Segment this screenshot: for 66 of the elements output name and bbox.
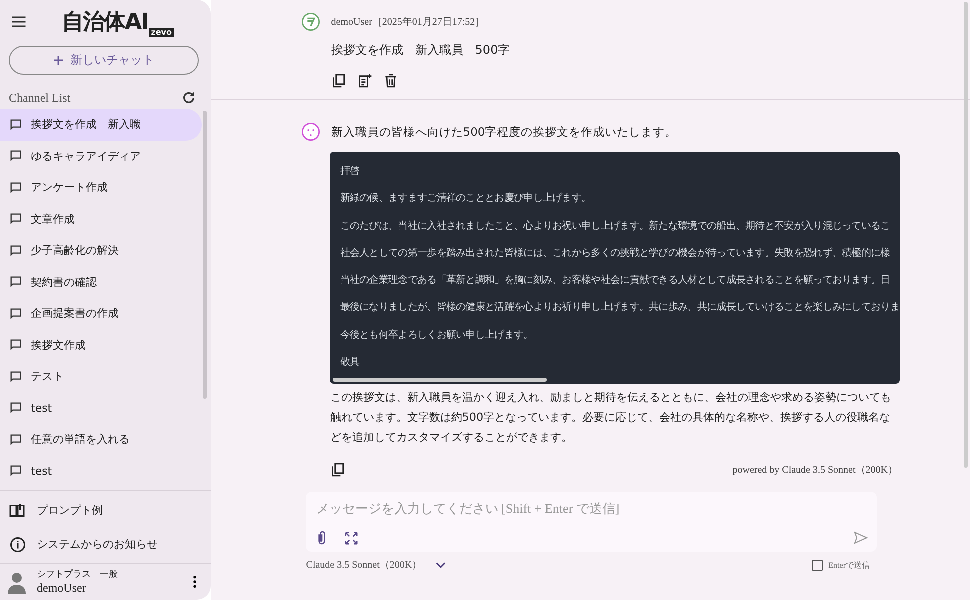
channel-item[interactable]: 挨拶文作成 xyxy=(0,330,202,361)
code-line: 最後になりましたが、皆様の健康と活躍を心よりお祈り申し上げます。共に歩み、共に成長していけることを楽しみにしておりま xyxy=(340,300,900,316)
chat-bubble-icon xyxy=(9,432,23,447)
chat-bubble-icon xyxy=(9,244,23,258)
edit-note-icon[interactable] xyxy=(357,73,374,89)
channel-item[interactable]: 契約書の確認 xyxy=(0,266,202,298)
channel-item[interactable]: test xyxy=(0,392,202,424)
chat-bubble-icon xyxy=(9,370,23,384)
plus-icon xyxy=(54,56,63,65)
new-chat-button[interactable]: 新しいチャット xyxy=(9,46,200,75)
checkbox[interactable] xyxy=(812,560,823,571)
channel-item[interactable]: 挨拶文を作成 新入職 xyxy=(0,109,202,140)
code-line: 当社の企業理念である「革新と調和」を胸に刻み、お客様や社会に貢献できる人材として成長されることを願っております。日 xyxy=(340,274,892,288)
code-line: 社会人としての第一歩を踏み出された皆様には、これから多くの挑戦と学びの機会が待っています。失敗を恐れず、積極的に様 xyxy=(340,246,892,261)
chat-bubble-icon xyxy=(9,306,23,321)
send-icon[interactable] xyxy=(853,530,869,546)
checkbox-label: Enterで送信 xyxy=(828,560,870,571)
logo-text: 自治体AI xyxy=(62,9,148,37)
message-input[interactable]: メッセージを入力してください [Shift + Enter で送信] xyxy=(314,500,873,518)
user-name: demoUser xyxy=(37,581,88,596)
chat-bubble-icon xyxy=(9,212,23,226)
scrollbar[interactable] xyxy=(333,378,548,382)
assistant-intro: 新入職員の皆様へ向けた500字程度の挨拶文を作成いたします。 xyxy=(331,124,678,140)
logo-subtext: zevo xyxy=(149,28,174,37)
user-message: 挨拶文を作成 新入職員 500字 xyxy=(331,42,512,59)
book-icon xyxy=(9,502,27,520)
channel-item[interactable]: テスト xyxy=(0,361,202,392)
scrollbar[interactable] xyxy=(964,2,968,468)
channel-list-title: Channel List xyxy=(9,90,71,106)
user-avatar-icon xyxy=(301,12,322,32)
chat-bubble-icon xyxy=(9,464,23,478)
sidebar-link[interactable]: システムからのお知らせ xyxy=(0,529,212,560)
channel-item[interactable]: 任意の単語を入れる xyxy=(0,424,202,456)
chat-bubble-icon xyxy=(9,275,23,290)
refresh-icon[interactable] xyxy=(181,90,198,106)
chat-bubble-icon xyxy=(9,180,23,195)
copy-icon[interactable] xyxy=(330,462,346,478)
trash-icon[interactable] xyxy=(383,73,400,89)
assistant-avatar-icon xyxy=(301,122,322,142)
chat-bubble-icon xyxy=(9,401,23,416)
code-line: 敬具 xyxy=(340,356,361,370)
chat-bubble-icon xyxy=(9,149,23,164)
channel-item[interactable]: 企画提案書の作成 xyxy=(0,298,202,330)
code-line: 新緑の候、ますますご清祥のこととお慶び申し上げます。 xyxy=(340,192,592,206)
chat-bubble-icon xyxy=(9,118,23,132)
message-field[interactable]: メッセージを入力してください [Shift + Enter で送信] xyxy=(306,492,877,552)
channel-item[interactable]: 少子高齢化の解決 xyxy=(0,235,202,266)
model-selector[interactable]: Claude 3.5 Sonnet（200K） xyxy=(306,558,448,572)
assistant-message: この挨拶文は、新入職員を温かく迎え入れ、励ましと期待を伝えるとともに、会社の理念や求める姿勢についても触れています。文字数は約500字となっています。必要に応じて、会社の具体的な名称や、挨拶する人の役職名などを追加してカスタマイズすることができます。 xyxy=(330,390,892,446)
code-line: 拝啓 xyxy=(340,165,361,179)
user-organization: シフトプラス 一般 xyxy=(37,568,119,581)
channel-item[interactable]: アンケート作成 xyxy=(0,172,202,204)
avatar-icon xyxy=(5,570,29,594)
sidebar-link[interactable]: プロンプト例 xyxy=(0,495,212,526)
channel-item[interactable]: test xyxy=(0,456,202,487)
powered-by-text: powered by Claude 3.5 Sonnet（200K） xyxy=(732,464,898,478)
channel-item[interactable]: ゆるキャラアイディア xyxy=(0,140,202,172)
code-line: このたびは、当社に入社されましたこと、心よりお祝い申し上げます。新たな環境での船出、期待と不安が入り混じっているこ xyxy=(340,220,892,234)
info-icon xyxy=(9,536,27,554)
message-meta: demoUser［2025年01月27日17:52］ xyxy=(331,16,486,29)
scrollbar[interactable] xyxy=(203,111,208,399)
code-line: 今後とも何卒よろしくお願い申し上げます。 xyxy=(340,328,534,343)
channel-item[interactable]: 文章作成 xyxy=(0,204,202,235)
chat-bubble-icon xyxy=(9,338,23,352)
copy-icon[interactable] xyxy=(331,73,348,89)
expand-icon[interactable] xyxy=(344,530,360,546)
